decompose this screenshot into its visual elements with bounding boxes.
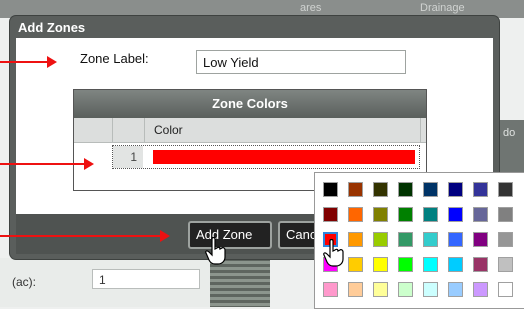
grid-column-header: Color <box>74 118 426 143</box>
palette-swatch[interactable] <box>398 182 413 197</box>
acres-label: (ac): <box>12 275 36 289</box>
palette-swatch[interactable] <box>448 232 463 247</box>
palette-swatch[interactable] <box>398 282 413 297</box>
palette-swatch[interactable] <box>373 257 388 272</box>
add-zone-button[interactable]: Add Zone <box>188 221 272 249</box>
palette-swatch[interactable] <box>498 207 513 222</box>
palette-swatch[interactable] <box>498 257 513 272</box>
palette-swatch[interactable] <box>348 257 363 272</box>
zone-row[interactable]: 1 <box>112 145 420 169</box>
palette-swatch[interactable] <box>473 257 488 272</box>
background-header-text-2: Drainage <box>420 2 465 14</box>
acres-input[interactable]: 1 <box>92 269 200 289</box>
palette-swatch[interactable] <box>448 282 463 297</box>
palette-swatch[interactable] <box>423 282 438 297</box>
palette-swatch[interactable] <box>398 257 413 272</box>
annotation-arrow-zone-color <box>0 158 94 170</box>
hand-cursor-icon-palette <box>323 239 344 267</box>
palette-swatch[interactable] <box>448 207 463 222</box>
zone-colors-header: Zone Colors <box>74 90 426 118</box>
zone-row-number: 1 <box>113 146 143 168</box>
zone-label-input[interactable] <box>196 50 406 74</box>
palette-swatch[interactable] <box>323 182 338 197</box>
palette-swatch[interactable] <box>348 282 363 297</box>
palette-swatch[interactable] <box>398 207 413 222</box>
palette-swatch[interactable] <box>373 232 388 247</box>
palette-swatch[interactable] <box>373 182 388 197</box>
palette-swatch[interactable] <box>373 207 388 222</box>
zone-label-caption: Zone Label: <box>80 51 149 66</box>
palette-swatch[interactable] <box>448 182 463 197</box>
zone-color-cell[interactable] <box>153 150 415 164</box>
palette-swatch[interactable] <box>473 207 488 222</box>
palette-swatch[interactable] <box>498 282 513 297</box>
annotation-arrow-add-zone <box>0 230 170 242</box>
palette-swatch[interactable] <box>348 182 363 197</box>
annotation-arrow-zone-label <box>0 56 57 68</box>
palette-swatch[interactable] <box>323 207 338 222</box>
palette-swatch[interactable] <box>473 282 488 297</box>
palette-swatch[interactable] <box>348 207 363 222</box>
palette-swatch[interactable] <box>473 182 488 197</box>
palette-swatch[interactable] <box>498 232 513 247</box>
palette-swatch[interactable] <box>348 232 363 247</box>
palette-swatch[interactable] <box>498 182 513 197</box>
palette-swatch[interactable] <box>323 282 338 297</box>
palette-swatch[interactable] <box>448 257 463 272</box>
color-column-label: Color <box>154 123 183 137</box>
palette-swatch[interactable] <box>373 282 388 297</box>
palette-swatch[interactable] <box>398 232 413 247</box>
dialog-title: Add Zones <box>18 20 86 35</box>
hand-cursor-icon <box>205 237 226 265</box>
palette-swatch[interactable] <box>423 207 438 222</box>
background-right-panel-text: do <box>503 127 516 139</box>
palette-swatch[interactable] <box>423 257 438 272</box>
palette-swatch[interactable] <box>423 182 438 197</box>
background-header-text-1: ares <box>300 2 322 14</box>
palette-swatch[interactable] <box>423 232 438 247</box>
palette-swatch[interactable] <box>473 232 488 247</box>
background-thumbnail-strip <box>210 258 270 307</box>
